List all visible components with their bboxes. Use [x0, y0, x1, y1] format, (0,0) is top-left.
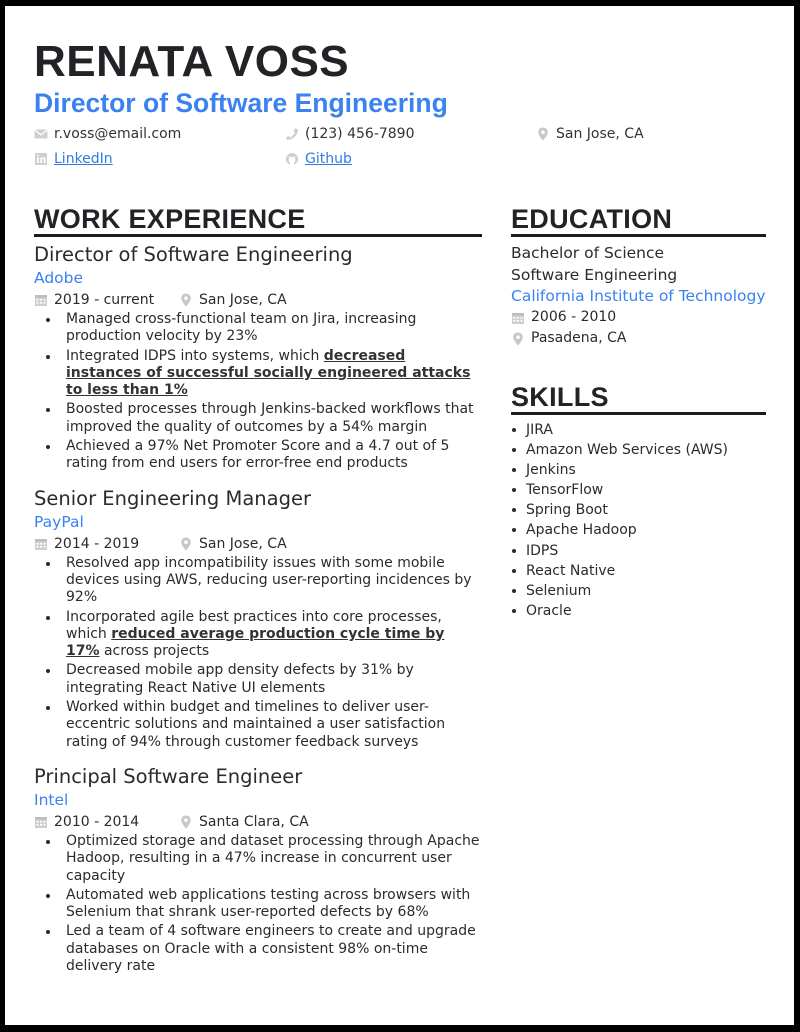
- skills-rule: [511, 412, 766, 415]
- job-dates-text: 2019 - current: [54, 292, 155, 308]
- job-bullet: Automated web applications testing acros…: [34, 887, 482, 922]
- skills-heading: SKILLS: [511, 382, 609, 412]
- job-meta: 2019 - current San Jose, CA: [34, 290, 482, 310]
- skill-item: JIRA: [511, 420, 771, 440]
- job-bullet: Worked within budget and timelines to de…: [34, 699, 482, 751]
- skill-item: Amazon Web Services (AWS): [511, 440, 771, 460]
- job-dates: 2019 - current: [34, 290, 179, 310]
- job-title: Principal Software Engineer: [34, 764, 303, 788]
- job-bullet: Managed cross-functional team on Jira, i…: [34, 311, 482, 346]
- company-name: Adobe: [34, 269, 84, 287]
- skill-item: Selenium: [511, 581, 771, 601]
- skill-item: Jenkins: [511, 460, 771, 480]
- job-meta: 2010 - 2014 Santa Clara, CA: [34, 812, 482, 832]
- skill-item: Oracle: [511, 601, 771, 621]
- job-bullet: Integrated IDPS into systems, which decr…: [34, 348, 482, 400]
- calendar-icon: [511, 311, 525, 325]
- contact-email: r.voss@email.com: [34, 125, 181, 143]
- job-bullets: Resolved app incompatibility issues with…: [34, 555, 482, 751]
- calendar-icon: [34, 537, 48, 551]
- map-pin-icon: [511, 332, 525, 346]
- location-text: San Jose, CA: [556, 126, 644, 142]
- education-dates: 2006 - 2010: [511, 307, 771, 328]
- contact-location: San Jose, CA: [536, 125, 644, 143]
- linkedin-icon: [34, 152, 48, 166]
- map-pin-icon: [179, 815, 193, 829]
- education-rule: [511, 234, 766, 237]
- candidate-name: RENATA VOSS: [34, 37, 350, 86]
- calendar-icon: [34, 815, 48, 829]
- job-location: San Jose, CA: [179, 290, 287, 310]
- contact-phone: (123) 456-7890: [285, 125, 415, 143]
- job-location-text: San Jose, CA: [199, 292, 287, 308]
- work-experience-heading: WORK EXPERIENCE: [34, 204, 306, 234]
- field-of-study: Software Engineering: [511, 266, 678, 284]
- job-dates-text: 2014 - 2019: [54, 535, 140, 552]
- skill-item: TensorFlow: [511, 480, 771, 500]
- job-meta: 2014 - 2019 San Jose, CA: [34, 534, 482, 554]
- skills-list: JIRA Amazon Web Services (AWS) Jenkins T…: [511, 420, 771, 621]
- job-title: Senior Engineering Manager: [34, 486, 311, 510]
- resume-page: RENATA VOSS Director of Software Enginee…: [5, 6, 794, 1025]
- email-text: r.voss@email.com: [54, 126, 182, 142]
- job-bullets: Optimized storage and dataset processing…: [34, 833, 482, 975]
- github-link[interactable]: Github: [305, 150, 352, 168]
- job-dates: 2014 - 2019: [34, 534, 179, 554]
- job-bullet: Decreased mobile app density defects by …: [34, 662, 482, 697]
- envelope-icon: [34, 127, 48, 141]
- company-name: PayPal: [34, 512, 84, 531]
- education-location: Pasadena, CA: [511, 328, 771, 349]
- job-title: Director of Software Engineering: [34, 243, 353, 266]
- company-name: Intel: [34, 790, 69, 809]
- github-icon: [285, 152, 299, 166]
- contact-linkedin[interactable]: LinkedIn: [34, 150, 113, 168]
- skill-item: Spring Boot: [511, 500, 771, 520]
- education-heading: EDUCATION: [511, 204, 673, 234]
- phone-text: (123) 456-7890: [305, 126, 415, 142]
- skill-item: React Native: [511, 561, 771, 581]
- job-entry: Principal Software Engineer Intel 2010 -…: [34, 763, 482, 975]
- work-experience-section: Director of Software Engineering Adobe 2…: [34, 241, 482, 977]
- job-dates: 2010 - 2014: [34, 812, 179, 832]
- job-bullet: Led a team of 4 software engineers to cr…: [34, 923, 482, 975]
- job-entry: Director of Software Engineering Adobe 2…: [34, 241, 482, 473]
- job-bullet: Incorporated agile best practices into c…: [34, 609, 482, 661]
- job-bullet: Resolved app incompatibility issues with…: [34, 555, 482, 607]
- job-bullet: Optimized storage and dataset processing…: [34, 833, 482, 885]
- degree: Bachelor of Science: [511, 244, 665, 262]
- education-location-text: Pasadena, CA: [531, 330, 627, 346]
- contact-github[interactable]: Github: [285, 150, 352, 168]
- job-bullet: Boosted processes through Jenkins-backed…: [34, 401, 482, 436]
- skill-item: Apache Hadoop: [511, 520, 771, 540]
- job-location: Santa Clara, CA: [179, 812, 309, 832]
- job-location-text: San Jose, CA: [199, 535, 287, 552]
- map-pin-icon: [179, 293, 193, 307]
- job-bullet: Achieved a 97% Net Promoter Score and a …: [34, 438, 482, 473]
- phone-icon: [285, 127, 299, 141]
- job-location: San Jose, CA: [179, 534, 287, 554]
- calendar-icon: [34, 293, 48, 307]
- linkedin-link[interactable]: LinkedIn: [54, 150, 113, 168]
- candidate-title: Director of Software Engineering: [34, 88, 448, 118]
- job-entry: Senior Engineering Manager PayPal 2014 -…: [34, 485, 482, 751]
- work-experience-rule: [34, 234, 482, 237]
- school-name: California Institute of Technology: [511, 287, 766, 305]
- education-section: Bachelor of Science Software Engineering…: [511, 242, 771, 349]
- job-location-text: Santa Clara, CA: [199, 813, 309, 830]
- map-pin-icon: [536, 127, 550, 141]
- job-bullets: Managed cross-functional team on Jira, i…: [34, 311, 482, 473]
- map-pin-icon: [179, 537, 193, 551]
- education-dates-text: 2006 - 2010: [531, 309, 617, 325]
- skill-item: IDPS: [511, 541, 771, 561]
- skills-section: JIRA Amazon Web Services (AWS) Jenkins T…: [511, 420, 771, 621]
- job-dates-text: 2010 - 2014: [54, 813, 140, 830]
